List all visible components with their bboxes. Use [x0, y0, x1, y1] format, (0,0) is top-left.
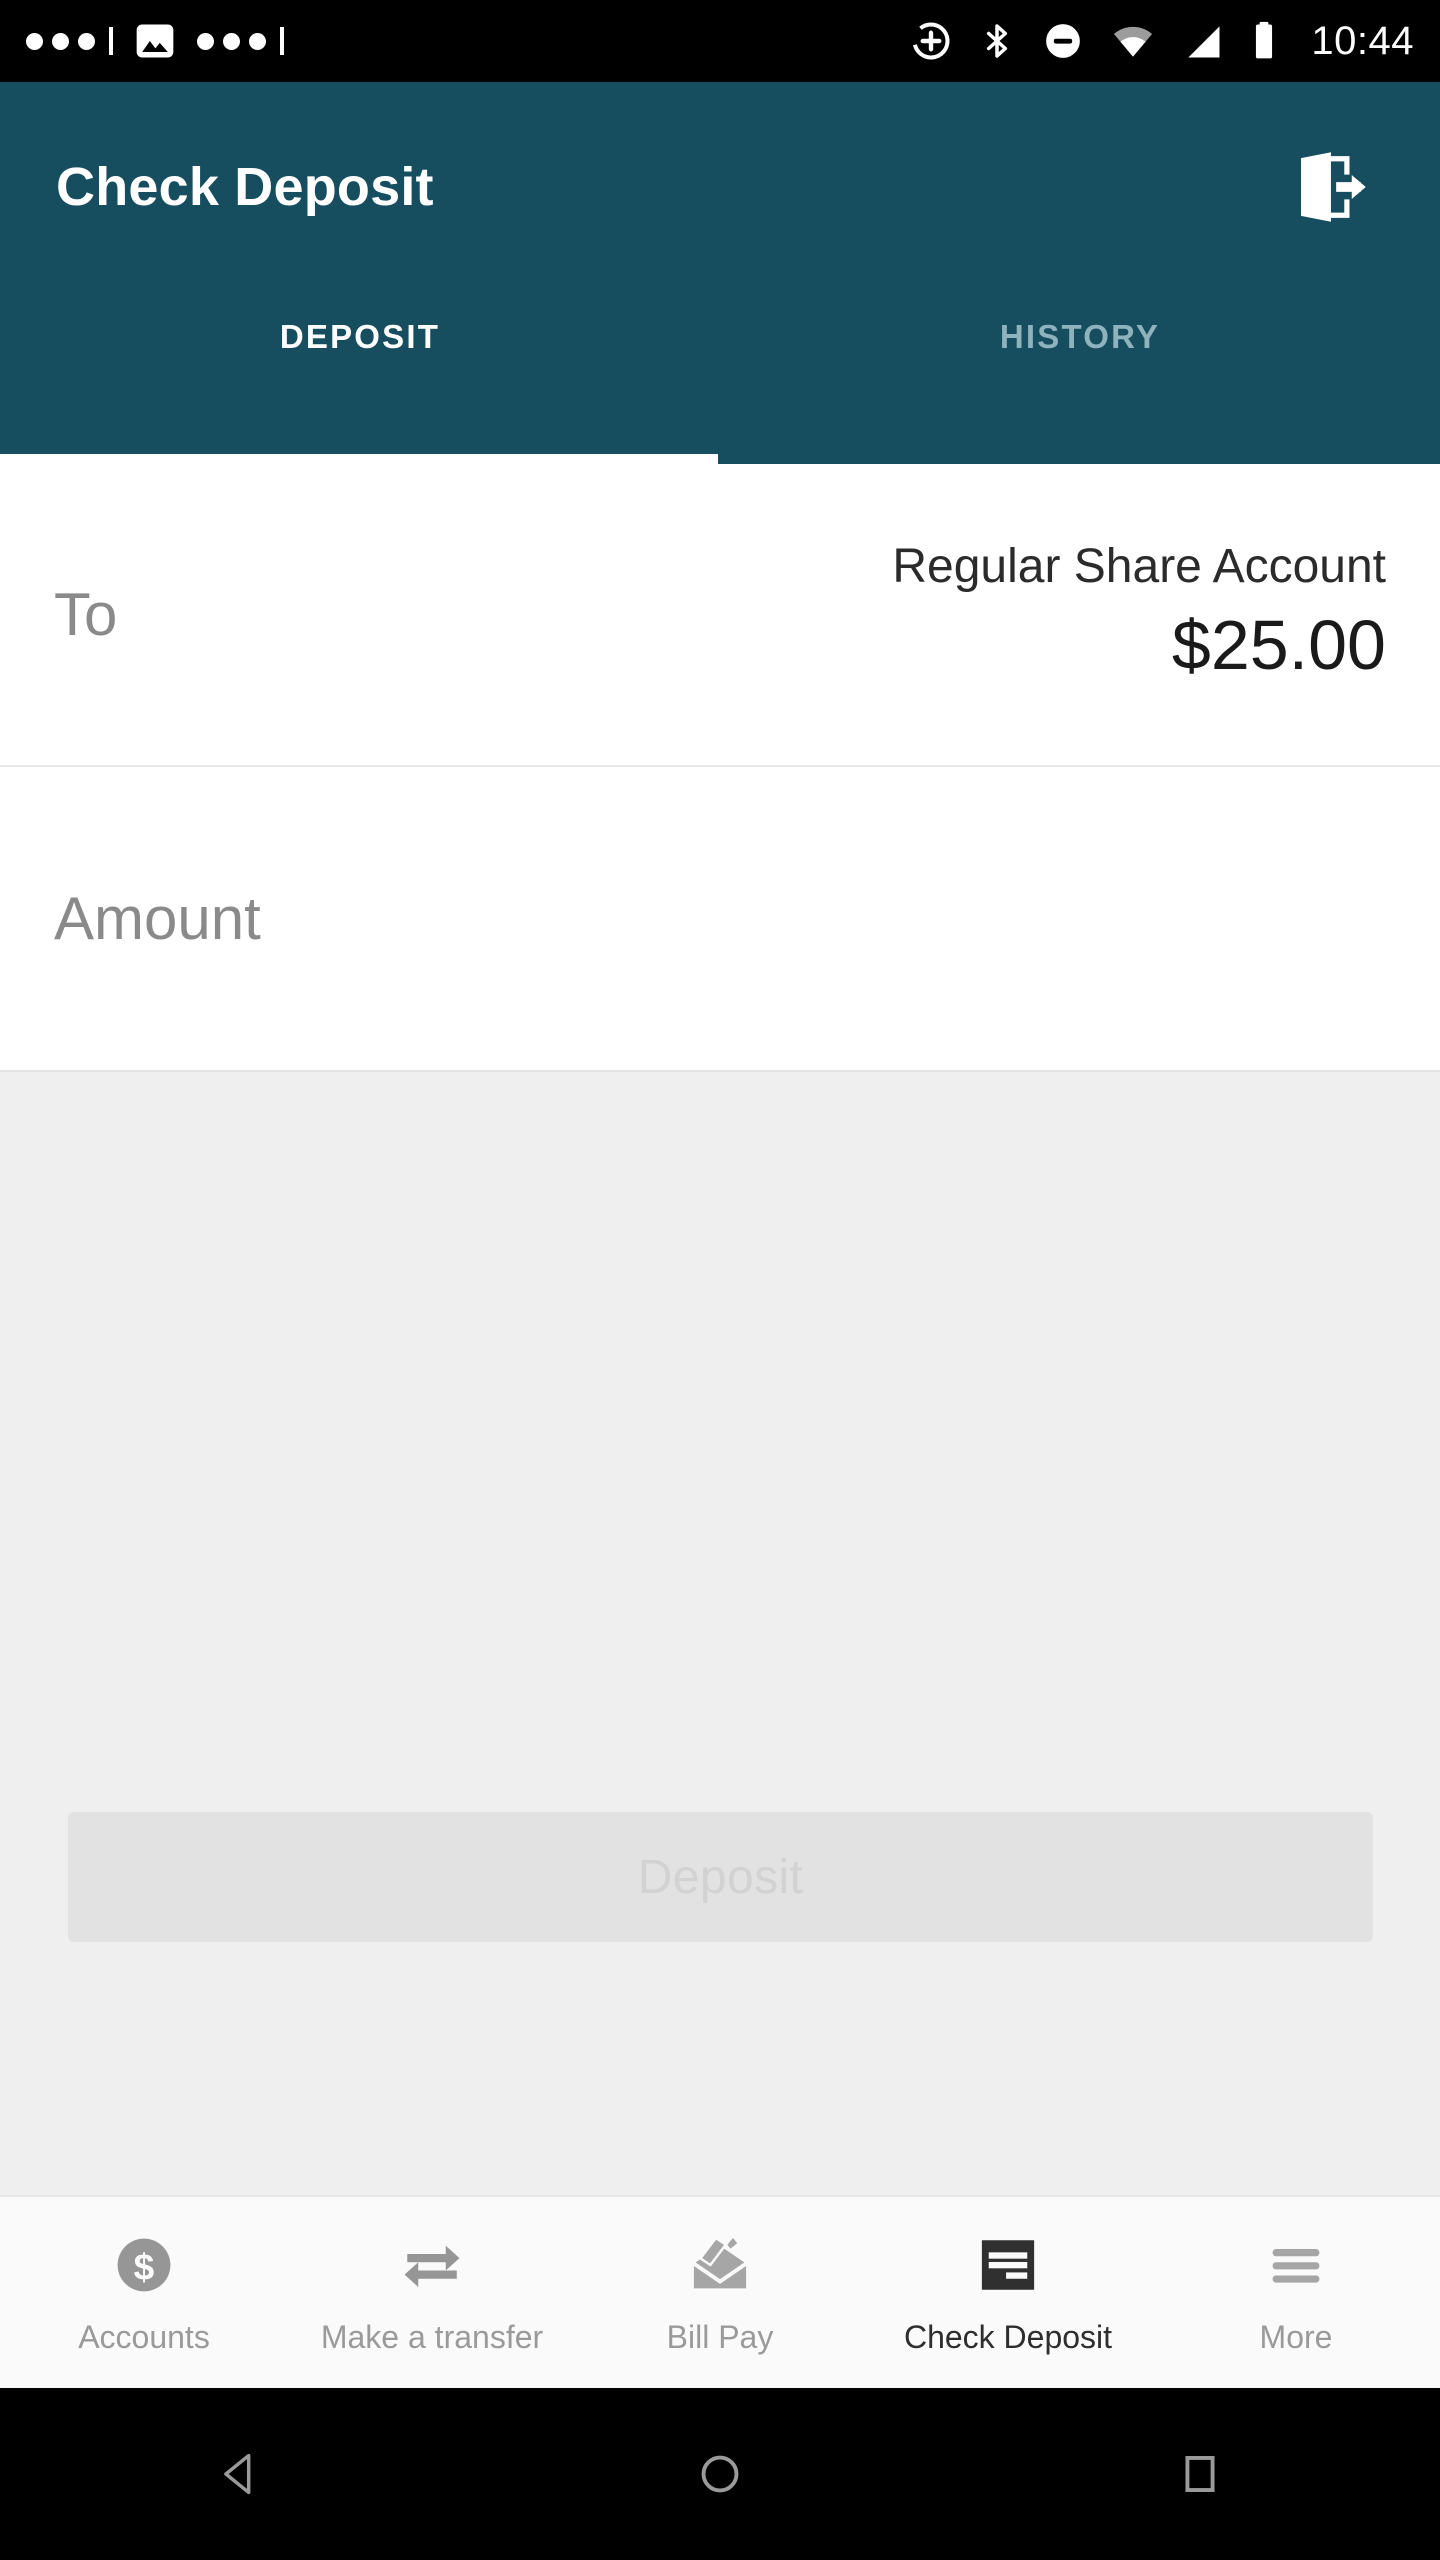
- to-account-row[interactable]: To Regular Share Account $25.00: [0, 464, 1440, 767]
- cellular-signal-icon: [1188, 26, 1220, 58]
- back-triangle-icon: [224, 2453, 251, 2495]
- amount-row[interactable]: Amount: [0, 767, 1440, 1070]
- status-bar-system-icons: 10:44: [909, 19, 1414, 64]
- dots-indicator-icon-2: [197, 27, 284, 55]
- recents-square-icon: [1185, 2456, 1215, 2492]
- app-screen: 10:44 Check Deposit DEPOSIT HISTORY To R…: [0, 0, 1440, 2560]
- wifi-icon: [1114, 26, 1153, 57]
- account-name: Regular Share Account: [892, 540, 1386, 594]
- check-document-icon: [975, 2229, 1041, 2301]
- app-bar: Check Deposit DEPOSIT HISTORY: [0, 82, 1440, 464]
- dots-indicator-icon: [26, 27, 113, 55]
- account-balance: $25.00: [1171, 606, 1386, 685]
- bluetooth-icon: [987, 24, 1008, 58]
- battery-icon: [1256, 21, 1273, 59]
- screenshot-image-icon: [136, 24, 174, 58]
- nav-label-make-a-transfer: Make a transfer: [320, 2319, 544, 2355]
- tab-active-indicator: [0, 454, 718, 464]
- home-circle-icon: [701, 2455, 739, 2493]
- nav-item-bill-pay[interactable]: Bill Pay: [576, 2197, 864, 2388]
- nav-item-accounts[interactable]: $ Accounts: [0, 2197, 288, 2388]
- nav-label-more: More: [1259, 2319, 1333, 2355]
- logout-button[interactable]: [1274, 132, 1384, 242]
- to-label: To: [54, 581, 118, 648]
- tab-history-label: HISTORY: [999, 318, 1161, 355]
- amount-input-placeholder[interactable]: Amount: [54, 884, 261, 953]
- nav-item-more[interactable]: More: [1152, 2197, 1440, 2388]
- dollar-circle-icon: $: [111, 2229, 177, 2301]
- svg-text:$: $: [134, 2245, 155, 2287]
- nav-item-make-a-transfer[interactable]: Make a transfer: [288, 2197, 576, 2388]
- android-navigation-bar: [0, 2388, 1440, 2560]
- tab-history[interactable]: HISTORY: [720, 292, 1440, 464]
- logout-icon: [1301, 152, 1366, 222]
- do-not-disturb-icon: [1046, 24, 1081, 58]
- nav-label-check-deposit: Check Deposit: [903, 2319, 1113, 2355]
- system-home-button[interactable]: [620, 2448, 820, 2500]
- content-area: Deposit: [0, 1070, 1440, 2195]
- hamburger-menu-icon: [1263, 2229, 1329, 2301]
- tab-deposit[interactable]: DEPOSIT: [0, 292, 720, 464]
- page-title: Check Deposit: [56, 157, 434, 217]
- nav-label-bill-pay: Bill Pay: [666, 2319, 774, 2355]
- envelope-pen-icon: [687, 2229, 753, 2301]
- tab-deposit-label: DEPOSIT: [279, 318, 441, 355]
- deposit-form: To Regular Share Account $25.00 Amount: [0, 464, 1440, 1070]
- status-bar-notifications: [26, 19, 284, 63]
- location-add-icon: [912, 22, 950, 60]
- transfer-arrows-icon: [397, 2229, 467, 2301]
- nav-label-accounts: Accounts: [78, 2319, 210, 2355]
- bottom-navigation: $ Accounts Make a transfer Bill Pay Chec…: [0, 2195, 1440, 2388]
- app-bar-top-row: Check Deposit: [0, 82, 1440, 292]
- nav-item-check-deposit[interactable]: Check Deposit: [864, 2197, 1152, 2388]
- android-status-bar: 10:44: [0, 0, 1440, 82]
- status-bar-clock: 10:44: [1311, 18, 1414, 63]
- system-recents-button[interactable]: [1100, 2448, 1300, 2500]
- system-back-button[interactable]: [140, 2448, 340, 2500]
- deposit-button[interactable]: Deposit: [68, 1812, 1373, 1942]
- tab-bar: DEPOSIT HISTORY: [0, 292, 1440, 464]
- to-account-value: Regular Share Account $25.00: [892, 539, 1386, 689]
- deposit-button-label: Deposit: [637, 1850, 804, 1904]
